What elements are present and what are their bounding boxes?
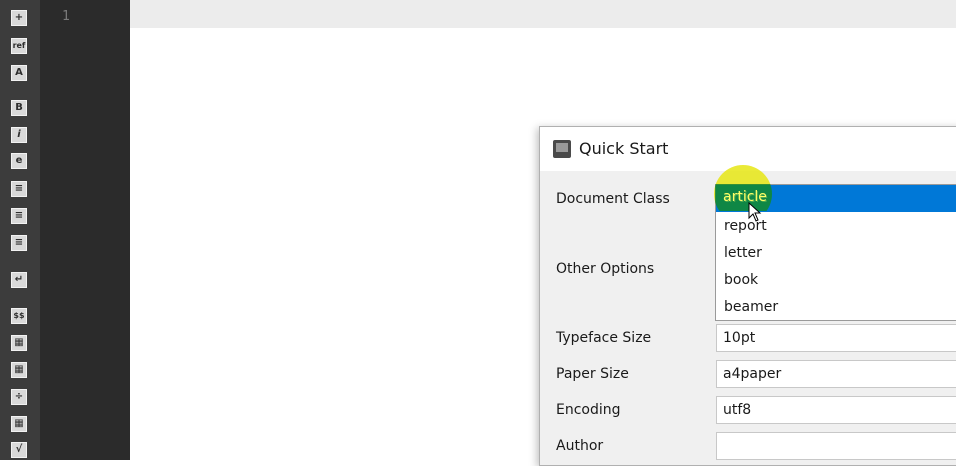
table-icon[interactable]: ▦ xyxy=(11,416,27,432)
newline-icon[interactable]: ↵ xyxy=(11,272,27,288)
image-icon[interactable]: A xyxy=(11,65,27,81)
typeface-size-select[interactable]: 10pt xyxy=(716,324,956,352)
left-toolbar: + ref A B i e ≡ ≡ ≡ ↵ $$ ▦ ▦ ÷ ▦ √ xyxy=(0,0,40,460)
option-beamer[interactable]: beamer xyxy=(716,294,956,321)
subscript-icon[interactable]: ▦ xyxy=(11,362,27,378)
sqrt-icon[interactable]: √ xyxy=(11,442,27,458)
ref-icon[interactable]: ref xyxy=(11,38,27,54)
math-inline-icon[interactable]: $$ xyxy=(11,308,27,324)
bold-icon[interactable]: B xyxy=(11,100,27,116)
line-number-gutter: 1 xyxy=(40,0,130,460)
option-letter[interactable]: letter xyxy=(716,240,956,267)
document-class-label: Document Class xyxy=(556,191,670,207)
italic-icon[interactable]: i xyxy=(11,127,27,143)
dialog-title-bar[interactable]: Quick Start xyxy=(540,127,956,171)
encoding-label: Encoding xyxy=(556,402,621,418)
mouse-cursor-icon xyxy=(748,202,762,222)
line-number: 1 xyxy=(62,9,70,24)
paper-size-select[interactable]: a4paper xyxy=(716,360,956,388)
align-right-icon[interactable]: ≡ xyxy=(11,235,27,251)
dialog-title: Quick Start xyxy=(579,139,669,158)
author-label: Author xyxy=(556,438,604,454)
align-center-icon[interactable]: ≡ xyxy=(11,208,27,224)
align-left-icon[interactable]: ≡ xyxy=(11,181,27,197)
paper-size-label: Paper Size xyxy=(556,366,629,382)
typeface-size-label: Typeface Size xyxy=(556,330,652,346)
other-options-label: Other Options xyxy=(556,261,655,277)
app-icon xyxy=(553,140,571,158)
emphasis-icon[interactable]: e xyxy=(11,153,27,169)
encoding-select[interactable]: utf8 xyxy=(716,396,956,424)
author-input[interactable] xyxy=(716,432,956,460)
option-book[interactable]: book xyxy=(716,267,956,294)
matrix-icon[interactable]: ▦ xyxy=(11,335,27,351)
current-line-highlight xyxy=(130,0,956,28)
fraction-icon[interactable]: ÷ xyxy=(11,389,27,405)
insert-icon[interactable]: + xyxy=(11,10,27,26)
